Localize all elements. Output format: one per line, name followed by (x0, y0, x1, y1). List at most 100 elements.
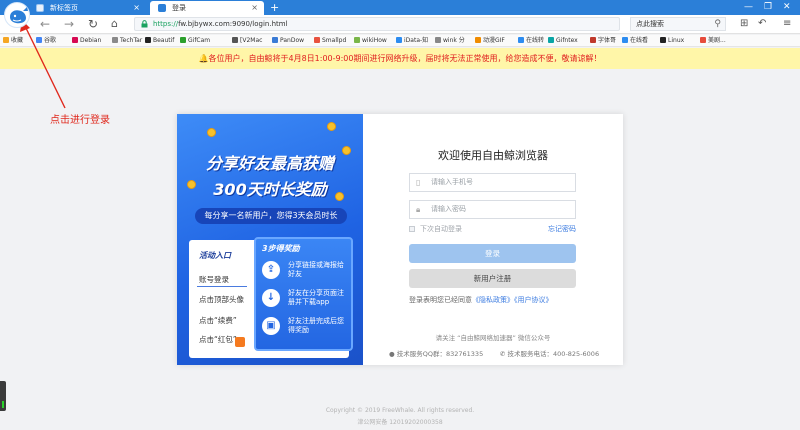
bookmark-item[interactable]: Linux (660, 35, 684, 46)
bookmark-favicon-icon (548, 37, 554, 43)
reload-icon[interactable]: ↻ (88, 17, 98, 31)
agreement-prefix: 登录表明您已经同意 (409, 296, 472, 304)
bookmark-label: 字体哥 (598, 37, 617, 44)
bookmark-label: 美剧... (708, 37, 726, 44)
bookmark-favicon-icon (314, 37, 320, 43)
bookmark-label: wikiHow (362, 37, 387, 44)
user-agreement-link[interactable]: 《用户协议》 (514, 296, 553, 304)
bookmark-item[interactable]: PanDow (272, 35, 305, 46)
promo-headline: 分享好友最高获赠 (205, 154, 334, 173)
freewhale-logo-icon[interactable] (4, 2, 30, 28)
privacy-policy-link[interactable]: 《隐私政策》 (472, 296, 514, 304)
bookmark-label: Beautif (153, 37, 175, 44)
entry-item: 点击“续费” (199, 316, 237, 325)
side-widget[interactable] (0, 381, 6, 411)
promo-banner[interactable]: 分享好友最高获赠 300天时长奖励 每分享一名新用户，您得3天会员时长 活动入口… (177, 114, 363, 365)
bookmark-favicon-icon (590, 37, 596, 43)
promo-headline-days: 300天时长奖励 (213, 180, 327, 199)
maximize-icon[interactable]: ❐ (764, 2, 772, 13)
tab-login[interactable]: 登录 × (150, 1, 264, 15)
forgot-password-link[interactable]: 忘记密码 (548, 224, 576, 234)
menu-icon[interactable]: ≡ (783, 18, 791, 30)
tab-close-icon[interactable]: × (251, 1, 258, 15)
login-button[interactable]: 登录 (409, 244, 576, 263)
entry-title: 活动入口 (199, 251, 231, 260)
bookmark-label: TechTar (120, 37, 143, 44)
bookmark-item[interactable]: 在线看 (622, 35, 649, 46)
bookmark-favicon-icon (112, 37, 118, 43)
bookmark-label: Gifntex (556, 37, 578, 44)
step-text: 分享链接或海报给好友 (288, 261, 344, 278)
bookmark-label: 在线看 (630, 37, 649, 44)
bookmarks-bar: 收藏 谷歌 Debian TechTar Beautif GifCam [V2Mac PanD… (0, 35, 800, 47)
bookmark-item[interactable]: 动漫GIF (475, 35, 505, 46)
bookmark-item[interactable]: TechTar (112, 35, 143, 46)
bookmark-item[interactable]: 美剧... (700, 35, 726, 46)
phone-icon: ✆ (500, 350, 506, 358)
bookmark-label: PanDow (280, 37, 305, 44)
address-bar[interactable]: https://fw.bjbywx.com:9090/login.html (134, 17, 620, 31)
bookmark-label: GifCam (188, 37, 211, 44)
bookmark-item[interactable]: iData-知 (396, 35, 429, 46)
home-icon[interactable]: ⌂ (111, 17, 118, 31)
grid-menu-icon[interactable]: ⊞ (740, 18, 748, 30)
support-phone: ✆ 技术服务电话：400-825-6006 (500, 350, 600, 358)
auto-login-row: 下次自动登录 忘记密码 (409, 224, 576, 234)
close-window-icon[interactable]: ✕ (783, 2, 791, 13)
steps-title: 3步得奖励 (262, 244, 300, 253)
tab-close-icon[interactable]: × (133, 1, 140, 15)
search-placeholder: 点此搜索 (636, 20, 664, 28)
steps-panel: 3步得奖励 ⇪ 分享链接或海报给好友 ↓ 好友在分享页面注册并下载app ▣ 好… (254, 237, 353, 351)
login-form: 欢迎使用自由鲸浏览器 ▯ 请输入手机号 🔒︎ 请输入密码 下次自动登录 忘记密码… (363, 114, 623, 365)
password-placeholder: 请输入密码 (431, 205, 466, 213)
agreement-text: 登录表明您已经同意《隐私政策》《用户协议》 (409, 295, 609, 305)
entry-item: 点击顶部头像 (199, 295, 244, 304)
bookmark-item[interactable]: wikiHow (354, 35, 387, 46)
bookmark-favicon-icon (232, 37, 238, 43)
bookmark-item[interactable]: wink 分 (435, 35, 465, 46)
qq-icon: ● (389, 350, 395, 358)
bookmark-label: iData-知 (404, 37, 429, 44)
new-tab-button[interactable]: + (270, 0, 279, 15)
phone-placeholder: 请输入手机号 (431, 178, 473, 186)
follow-wechat-text: 请关注 “自由鲸网络加速器” 微信公众号 (435, 334, 551, 342)
search-icon[interactable]: ⚲ (714, 19, 721, 30)
red-packet-icon (235, 337, 245, 347)
search-input[interactable]: 点此搜索 ⚲ (630, 17, 726, 31)
minimize-icon[interactable]: — (744, 2, 753, 13)
coin-icon (207, 128, 216, 137)
bookmark-favicon-icon (435, 37, 441, 43)
bookmark-label: 动漫GIF (483, 37, 505, 44)
icp-record[interactable]: 津公网安备 12019202000358 (0, 417, 800, 426)
bookmark-label: Debian (80, 37, 102, 44)
share-icon: ⇪ (262, 261, 280, 279)
phone-field[interactable]: ▯ 请输入手机号 (409, 173, 576, 192)
password-field[interactable]: 🔒︎ 请输入密码 (409, 200, 576, 219)
bookmark-item[interactable]: Smallpd (314, 35, 346, 46)
maintenance-notice: 🔔各位用户，自由鲸将于4月8日1:00-9:00期间进行网络升级，届时将无法正常… (0, 48, 800, 69)
gift-icon: ▣ (262, 317, 280, 335)
auto-login-checkbox[interactable] (409, 226, 415, 232)
bookmark-item[interactable]: GifCam (180, 35, 211, 46)
page-icon (158, 4, 166, 12)
step-text: 好友注册完成后您得奖励 (288, 317, 344, 334)
bookmark-item[interactable]: 字体哥 (590, 35, 617, 46)
bookmark-favicon-icon (396, 37, 402, 43)
bookmark-item[interactable]: [V2Mac (232, 35, 262, 46)
bookmark-favicon-icon (475, 37, 481, 43)
bookmark-item[interactable]: Beautif (145, 35, 175, 46)
bookmark-label: wink 分 (443, 37, 465, 44)
bookmark-item[interactable]: Gifntex (548, 35, 578, 46)
bookmark-favicon-icon (700, 37, 706, 43)
lock-icon: 🔒︎ (416, 205, 421, 214)
bookmark-item[interactable]: 在线转 (518, 35, 544, 46)
register-button[interactable]: 新用户注册 (409, 269, 576, 288)
undo-icon[interactable]: ↶ (758, 18, 766, 30)
login-title: 欢迎使用自由鲸浏览器 (438, 149, 548, 162)
bookmark-favicon-icon (272, 37, 278, 43)
url-text: https://fw.bjbywx.com:9090/login.html (153, 20, 288, 28)
promo-subtitle: 每分享一名新用户，您得3天会员时长 (195, 208, 347, 224)
bookmark-favicon-icon (354, 37, 360, 43)
auto-login-label[interactable]: 下次自动登录 (420, 224, 462, 234)
phone-icon: ▯ (416, 178, 421, 187)
